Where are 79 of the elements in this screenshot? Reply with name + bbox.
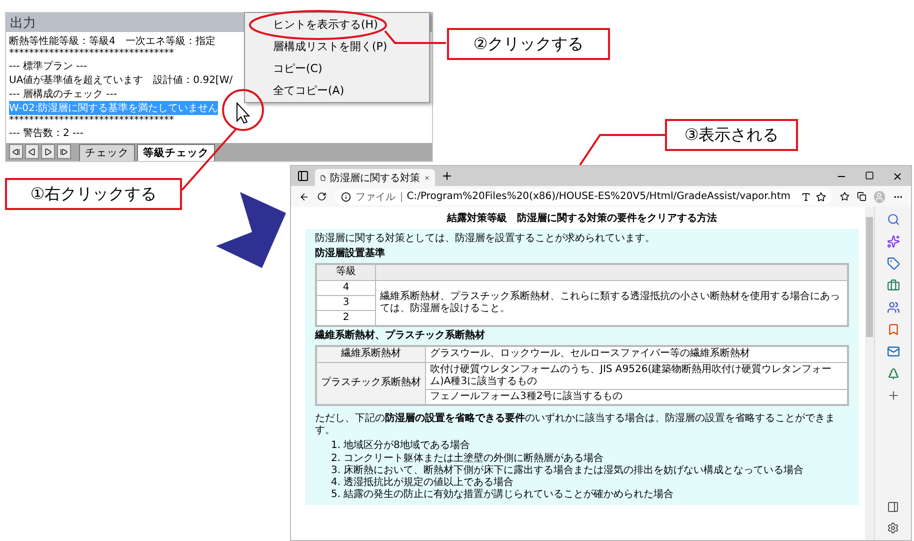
section-heading: 防湿層設置基準	[315, 248, 386, 260]
header-cell: 等級	[316, 264, 376, 280]
list-number: 1.	[331, 440, 341, 453]
list-number: 3.	[331, 464, 341, 477]
next-button[interactable]	[41, 144, 55, 159]
output-line[interactable]: --- 標準プラン ---	[9, 59, 88, 73]
sheet-tab[interactable]: 等級チェック	[137, 144, 215, 161]
tree-icon[interactable]	[886, 367, 900, 380]
search-icon[interactable]	[886, 213, 900, 226]
url-text: C:/Program%20Files%20(x86)/HOUSE-ES%20V5/Html/GradeAssist/vapor.htm	[406, 191, 791, 202]
panel-icon[interactable]	[887, 501, 899, 513]
maximize-icon[interactable]	[865, 170, 874, 180]
callout-label: ③表示される	[665, 119, 798, 151]
last-page-button[interactable]	[57, 144, 71, 159]
mail-icon[interactable]	[886, 345, 900, 358]
add-icon[interactable]	[886, 389, 900, 402]
favorites-icon[interactable]	[840, 191, 849, 202]
table-cell: 3	[316, 295, 376, 310]
tab-title: 防湿層に関する対策	[330, 172, 420, 184]
highlight-circle	[222, 89, 264, 131]
list-item-text: 結露の発生の防止に有効な措置が講じられていることが確かめられた場合	[344, 489, 674, 502]
table-cell: フェノールフォーム3種2号に該当するもの	[426, 389, 848, 406]
settings-icon[interactable]	[887, 522, 899, 534]
briefcase-icon[interactable]	[886, 279, 900, 292]
pointer-arrow-icon	[216, 192, 286, 268]
list-number: 2.	[331, 452, 341, 465]
new-tab-icon[interactable]	[441, 170, 453, 182]
info-icon	[340, 192, 351, 202]
note-text: ただし、下記の防湿層の設置を省略できる要件のいずれかに該当する場合は、防湿層の設置を省略することができます。	[315, 413, 836, 438]
sparkle-icon[interactable]	[886, 235, 900, 248]
page-title: 結露対策等級 防湿層に関する対策の要件をクリアする方法	[447, 211, 717, 226]
table-cell: 繊維系断熱材	[316, 346, 426, 362]
address-label: ファイル	[356, 190, 396, 204]
section-heading: 繊維系断熱材、プラスチック系断熱材	[315, 330, 486, 342]
table-cell: 繊維系断熱材、プラスチック系断熱材、これらに類する透湿抵抗の小さい断熱材を使用する場合にあっては、防湿層を設けること。	[376, 280, 848, 326]
menu-item[interactable]: コピー(C)	[273, 61, 322, 76]
close-icon[interactable]	[892, 170, 903, 182]
table-cell: グラスウール、ロックウール、セルロースファイバー等の繊維系断熱材	[426, 346, 848, 362]
callout-label: ②クリックする	[447, 28, 610, 60]
list-item-text: コンクリート躯体または土塗壁の外側に断熱層がある場合	[344, 452, 604, 464]
table-cell: プラスチック系断熱材	[316, 362, 426, 406]
table-cell: 2	[316, 310, 376, 326]
back-icon[interactable]	[299, 190, 310, 202]
list-item-text: 透湿抵抗比が規定の値以上である場合	[344, 477, 514, 488]
output-line[interactable]: UA値が基準値を超えています 設計値：0.92[W/	[9, 73, 233, 87]
star-icon[interactable]	[816, 192, 826, 202]
page-icon	[320, 172, 326, 182]
tag-icon[interactable]	[886, 257, 900, 270]
previous-button[interactable]	[25, 144, 39, 159]
output-line[interactable]: --- 層構成のチェック ---	[9, 87, 118, 101]
callout-label: ①右クリックする	[5, 178, 182, 210]
skip-forward-icon	[60, 148, 68, 156]
menu-item[interactable]: 層構成リストを開く(P)	[273, 38, 388, 54]
refresh-icon[interactable]	[317, 191, 327, 202]
list-item-text: 地域区分が8地域である場合	[344, 440, 470, 452]
sheet-tab[interactable]: チェック	[79, 144, 135, 161]
collections-icon[interactable]	[857, 191, 866, 202]
skip-back-icon	[12, 148, 20, 156]
menu-item[interactable]: ヒントを表示する(H)	[273, 16, 378, 32]
first-page-button[interactable]	[9, 144, 23, 159]
output-line[interactable]: 断熱等性能等級：等級4 一次エネ等級：指定	[9, 34, 216, 48]
table-cell: 吹付け硬質ウレタンフォームのうち、JIS A9526(建築物断熱用吹付け硬質ウレタンフォーム)A種3に該当するもの	[426, 362, 848, 390]
list-number: 5.	[331, 489, 341, 502]
output-line[interactable]: --- 警告数：2 ---	[9, 126, 84, 140]
address-field[interactable]: ファイル C:/Program%20Files%20(x86)/HOUSE-ES%20V5/Html/GradeAssist/vapor.htm	[334, 188, 832, 204]
table-cell: 4	[316, 280, 376, 296]
scroll-thumb[interactable]	[866, 217, 873, 337]
cursor-icon	[236, 102, 250, 124]
right-triangle-icon	[44, 148, 52, 156]
left-triangle-icon	[28, 148, 36, 156]
output-line[interactable]: *********************************	[9, 115, 174, 126]
list-number: 4.	[331, 477, 341, 490]
people-icon[interactable]	[886, 301, 900, 314]
browser-tab[interactable]: 防湿層に関する対策	[315, 169, 435, 186]
sidebar-toggle-icon[interactable]	[297, 170, 309, 182]
intro-text: 防湿層に関する対策としては、防湿層を設置することが求められています。	[315, 233, 656, 246]
list-item-text: 床断熱において、断熱材下側が床下に露出する場合または湿気の排出を妨げない構成となっている場合	[344, 464, 804, 476]
output-line[interactable]: *********************************	[9, 48, 174, 59]
menu-item[interactable]: 全てコピー(A)	[273, 83, 344, 98]
